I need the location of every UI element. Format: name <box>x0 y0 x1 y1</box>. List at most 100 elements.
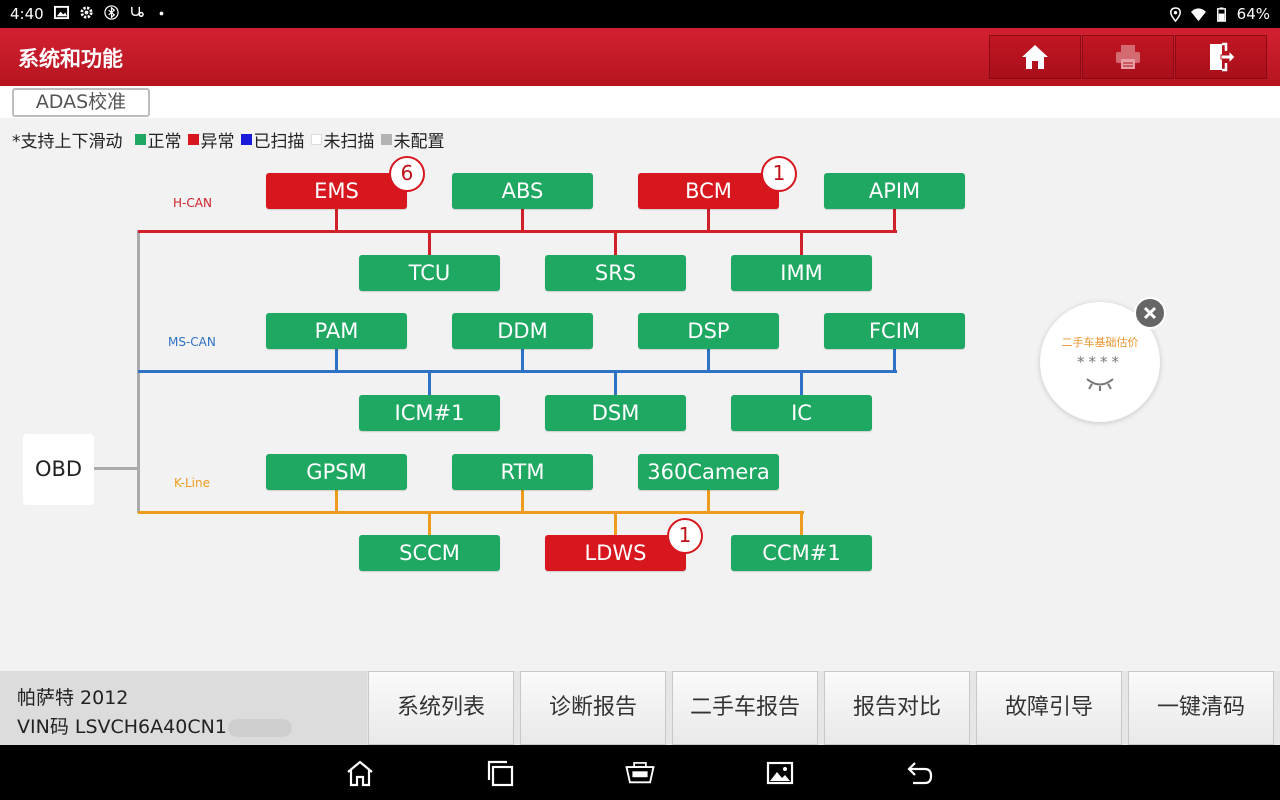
image-icon <box>54 5 69 20</box>
connector <box>614 371 617 395</box>
bottom-bar: 帕萨特 2012 VIN码 LSVCH6A40CN1 系统列表 诊断报告 二手车… <box>0 671 1280 745</box>
vehicle-vin-line: VIN码 LSVCH6A40CN1 <box>17 712 292 739</box>
adas-bar: ADAS校准 <box>0 86 1280 118</box>
module-srs[interactable]: SRS <box>545 255 686 291</box>
module-dsp[interactable]: DSP <box>638 313 779 349</box>
connector <box>614 231 617 255</box>
connector <box>893 209 896 231</box>
gear-icon <box>80 6 93 19</box>
home-button[interactable] <box>989 35 1081 79</box>
module-imm[interactable]: IMM <box>731 255 872 291</box>
obd-port: OBD <box>23 434 94 505</box>
fault-count-badge: 1 <box>667 518 703 554</box>
module-rtm[interactable]: RTM <box>452 454 593 490</box>
module-apim[interactable]: APIM <box>824 173 965 209</box>
adas-calibration-button[interactable]: ADAS校准 <box>12 88 150 117</box>
page-title: 系统和功能 <box>18 47 123 71</box>
connector <box>521 209 524 231</box>
connector <box>335 209 338 231</box>
connector <box>707 209 710 231</box>
legend-swatch-unscanned <box>310 134 322 145</box>
legend-swatch-normal <box>134 134 146 145</box>
clear-codes-button[interactable]: 一键清码 <box>1128 671 1274 745</box>
valuation-title: 二手车基础估价 <box>1061 336 1139 349</box>
connector <box>614 512 617 535</box>
bus-label-hcan: H-CAN <box>173 196 212 210</box>
module-pam[interactable]: PAM <box>266 313 407 349</box>
recent-apps-icon <box>487 760 514 787</box>
connector <box>335 489 338 512</box>
screenshot-icon <box>766 761 794 785</box>
battery-level: 64% <box>1236 5 1270 23</box>
connector <box>428 231 431 255</box>
exit-icon <box>1210 42 1236 72</box>
module-icm1[interactable]: ICM#1 <box>359 395 500 431</box>
valuation-close-button[interactable] <box>1134 297 1166 329</box>
nav-recent-apps-button[interactable] <box>484 759 516 787</box>
connector <box>893 348 896 371</box>
battery-icon <box>1216 6 1226 22</box>
legend-label-unscanned: 未扫描 <box>323 132 375 152</box>
bus-label-mscan: MS-CAN <box>168 335 216 349</box>
status-time: 4:40 <box>10 5 44 23</box>
fault-count-badge: 6 <box>389 156 425 192</box>
close-icon <box>1143 306 1157 320</box>
module-bcm[interactable]: BCM <box>638 173 779 209</box>
bus-line-kline <box>138 511 804 514</box>
fault-guide-button[interactable]: 故障引导 <box>976 671 1122 745</box>
status-bar: 4:40 64% <box>0 0 1280 28</box>
legend-label-abnormal: 异常 <box>200 132 235 152</box>
legend-label-unconfigured: 未配置 <box>393 132 445 152</box>
module-dsm[interactable]: DSM <box>545 395 686 431</box>
legend-label-scanned: 已扫描 <box>253 132 305 152</box>
nav-vci-button[interactable] <box>624 759 656 787</box>
exit-button[interactable] <box>1175 35 1267 79</box>
valuation-masked-value: **** <box>1077 353 1123 371</box>
vehicle-vin: VIN码 LSVCH6A40CN1 <box>17 716 227 738</box>
module-ic[interactable]: IC <box>731 395 872 431</box>
system-list-button[interactable]: 系统列表 <box>368 671 514 745</box>
module-fcim[interactable]: FCIM <box>824 313 965 349</box>
bus-line-hcan <box>138 230 897 233</box>
used-car-report-button[interactable]: 二手车报告 <box>672 671 818 745</box>
connector <box>521 489 524 512</box>
home-icon <box>347 760 373 787</box>
module-ddm[interactable]: DDM <box>452 313 593 349</box>
vehicle-info: 帕萨特 2012 VIN码 LSVCH6A40CN1 <box>0 671 367 745</box>
home-icon <box>1022 45 1048 69</box>
connector <box>707 489 710 512</box>
report-compare-button[interactable]: 报告对比 <box>824 671 970 745</box>
connector <box>428 371 431 395</box>
module-sccm[interactable]: SCCM <box>359 535 500 571</box>
print-button[interactable] <box>1082 35 1174 79</box>
module-tcu[interactable]: TCU <box>359 255 500 291</box>
connector <box>521 348 524 371</box>
nav-screenshot-button[interactable] <box>764 759 796 787</box>
bluetooth-icon <box>104 5 119 20</box>
bus-label-kline: K-Line <box>174 476 210 490</box>
scroll-hint: *支持上下滑动 <box>12 132 123 152</box>
module-abs[interactable]: ABS <box>452 173 593 209</box>
diagnostic-report-button[interactable]: 诊断报告 <box>520 671 666 745</box>
module-360camera[interactable]: 360Camera <box>638 454 779 490</box>
legend-swatch-abnormal <box>187 134 199 145</box>
connector <box>428 512 431 535</box>
module-ldws[interactable]: LDWS <box>545 535 686 571</box>
bus-line-mscan <box>138 370 897 373</box>
obd-connector-line <box>94 467 139 470</box>
nav-home-button[interactable] <box>344 759 376 787</box>
vehicle-model: 帕萨特 2012 <box>17 687 129 709</box>
module-ems[interactable]: EMS <box>266 173 407 209</box>
module-gpsm[interactable]: GPSM <box>266 454 407 490</box>
dot-icon <box>159 11 164 16</box>
eye-closed-icon[interactable] <box>1084 376 1116 392</box>
print-icon <box>1116 45 1140 69</box>
stethoscope-icon <box>131 6 144 17</box>
status-legend: *支持上下滑动 正常 异常 已扫描 未扫描 未配置 <box>12 127 445 152</box>
wifi-icon <box>1190 7 1206 21</box>
fault-count-badge: 1 <box>761 156 797 192</box>
nav-back-button[interactable] <box>904 759 936 787</box>
app-header: 系统和功能 <box>0 28 1280 86</box>
connector <box>707 348 710 371</box>
module-ccm1[interactable]: CCM#1 <box>731 535 872 571</box>
